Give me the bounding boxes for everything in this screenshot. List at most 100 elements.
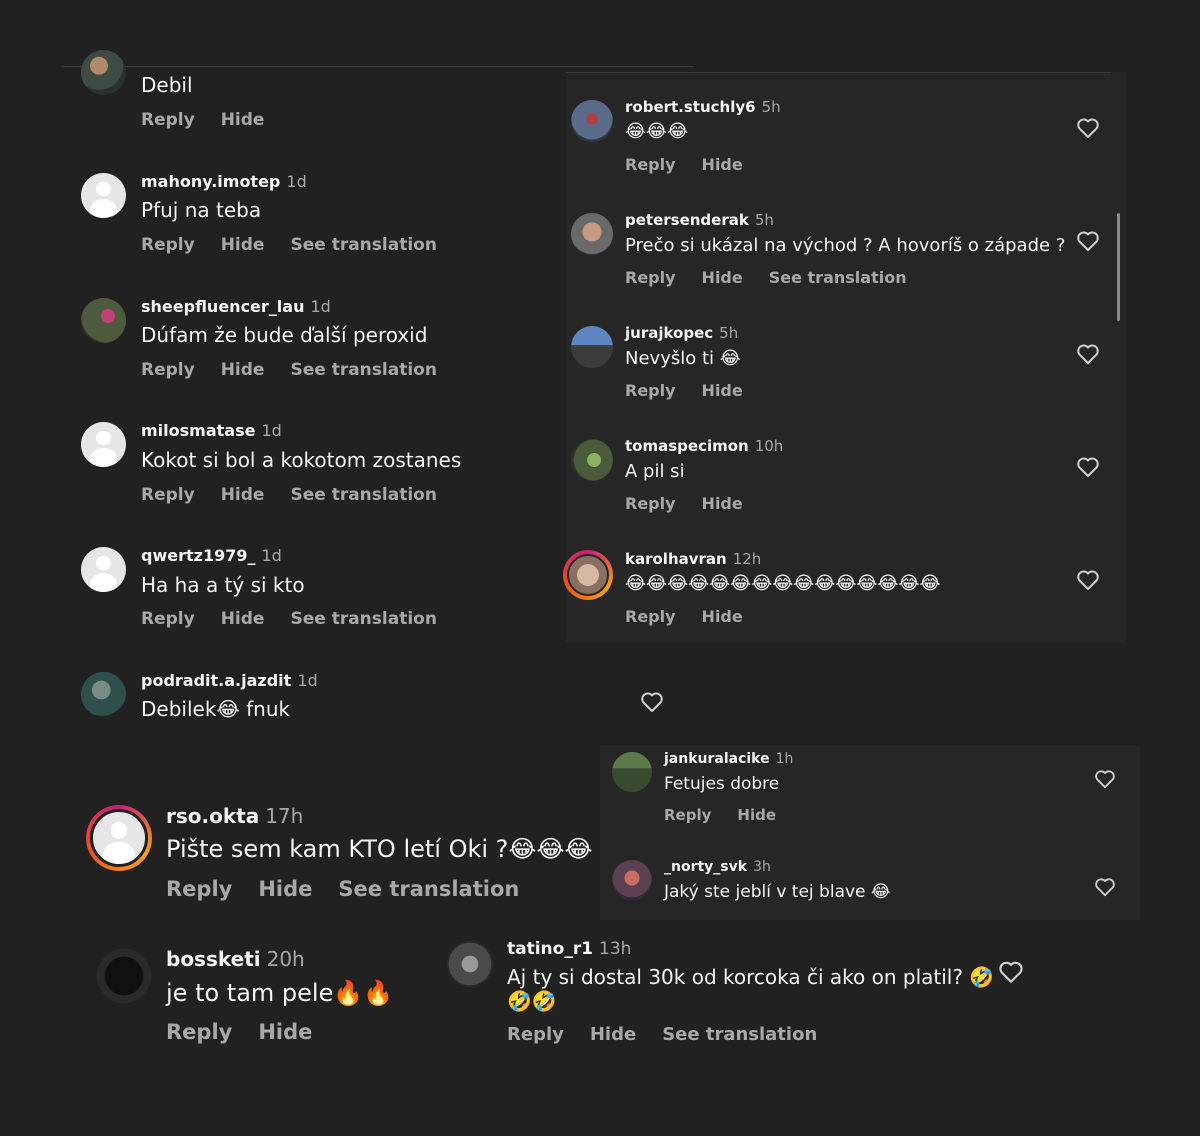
hide-button[interactable]: Hide	[221, 485, 265, 505]
heart-outline-icon[interactable]	[1076, 456, 1100, 478]
avatar[interactable]	[81, 547, 126, 592]
reply-button[interactable]: Reply	[625, 381, 676, 400]
comment-text: Nevyšlo ti 😂	[625, 348, 741, 369]
comment-text-continued: 🤣🤣	[507, 989, 557, 1013]
username[interactable]: milosmatase 1d	[141, 421, 282, 440]
heart-outline-icon[interactable]	[1076, 569, 1100, 591]
username[interactable]: rso.okta 17h	[166, 804, 303, 828]
avatar[interactable]	[447, 941, 493, 987]
see-translation-button[interactable]: See translation	[290, 235, 436, 255]
hide-button[interactable]: Hide	[221, 110, 265, 130]
comment-actions: Reply Hide See translation	[507, 1024, 843, 1045]
username[interactable]: tomaspecimon 10h	[625, 437, 783, 455]
comment-text: Debil	[141, 73, 193, 97]
heart-outline-icon[interactable]	[1076, 117, 1100, 139]
hide-button[interactable]: Hide	[702, 607, 743, 626]
username[interactable]: robert.stuchly6 5h	[625, 98, 781, 116]
hide-button[interactable]: Hide	[702, 268, 743, 287]
heart-outline-icon[interactable]	[998, 960, 1024, 984]
reply-button[interactable]: Reply	[664, 806, 711, 824]
see-translation-button[interactable]: See translation	[769, 268, 907, 287]
avatar[interactable]	[97, 949, 151, 1003]
avatar[interactable]	[571, 100, 613, 142]
hide-button[interactable]: Hide	[258, 1020, 312, 1044]
avatar[interactable]	[81, 173, 126, 218]
comment-actions: Reply Hide See translation	[141, 235, 463, 255]
comment-actions: Reply Hide See translation	[141, 609, 463, 629]
reply-button[interactable]: Reply	[625, 494, 676, 513]
avatar[interactable]	[571, 213, 613, 255]
reply-button[interactable]: Reply	[141, 609, 195, 629]
username[interactable]: sheepfluencer_lau 1d	[141, 297, 331, 316]
heart-outline-icon[interactable]	[1076, 230, 1100, 252]
see-translation-button[interactable]: See translation	[662, 1024, 817, 1045]
username[interactable]: jurajkopec 5h	[625, 324, 738, 342]
comment-text: Kokot si bol a kokotom zostanes	[141, 448, 462, 472]
scrollbar[interactable]	[1117, 213, 1120, 321]
comment-text: Dúfam že bude ďalší peroxid	[141, 323, 428, 347]
comment-text: 😂😂😂	[625, 121, 689, 142]
avatar[interactable]	[81, 672, 126, 717]
timestamp: 5h	[719, 324, 739, 342]
comment-actions: Reply Hide	[166, 1020, 338, 1044]
comment-actions: Reply Hide	[625, 494, 769, 513]
comment-text: Prečo si ukázal na východ ? A hovoríš o …	[625, 235, 1066, 256]
avatar[interactable]	[612, 860, 652, 900]
comment-text: 😂😂😂😂😂😂😂😂😂😂😂😂😂😂😂	[625, 573, 941, 594]
hide-button[interactable]: Hide	[221, 235, 265, 255]
reply-button[interactable]: Reply	[625, 155, 676, 174]
heart-outline-icon[interactable]	[1094, 877, 1116, 897]
avatar[interactable]	[612, 752, 652, 792]
avatar[interactable]	[567, 554, 609, 596]
hide-button[interactable]: Hide	[590, 1024, 636, 1045]
username[interactable]: karolhavran 12h	[625, 550, 761, 568]
username[interactable]: _norty_svk 3h	[664, 859, 771, 875]
timestamp: 20h	[266, 947, 305, 971]
username[interactable]: jankuralacike 1h	[664, 751, 793, 767]
hide-button[interactable]: Hide	[258, 877, 312, 901]
reply-button[interactable]: Reply	[141, 110, 195, 130]
timestamp: 5h	[761, 98, 781, 116]
avatar[interactable]	[571, 326, 613, 368]
username[interactable]: mahony.imotep 1d	[141, 172, 307, 191]
reply-button[interactable]: Reply	[141, 235, 195, 255]
heart-outline-icon[interactable]	[1094, 769, 1116, 789]
username[interactable]: petersenderak 5h	[625, 211, 774, 229]
comment-text: Ha ha a tý si kto	[141, 573, 305, 597]
username[interactable]: bossketi 20h	[166, 947, 305, 971]
reply-button[interactable]: Reply	[625, 607, 676, 626]
comment-actions: Reply Hide	[141, 110, 290, 130]
top-divider	[62, 66, 694, 67]
reply-button[interactable]: Reply	[166, 1020, 232, 1044]
comment-actions: Reply Hide See translation	[166, 877, 545, 901]
username[interactable]: podradit.a.jazdit 1d	[141, 671, 318, 690]
heart-outline-icon[interactable]	[640, 691, 664, 713]
reply-button[interactable]: Reply	[507, 1024, 564, 1045]
avatar[interactable]	[81, 50, 126, 95]
heart-outline-icon[interactable]	[1076, 343, 1100, 365]
comment-text: Pfuj na teba	[141, 198, 262, 222]
hide-button[interactable]: Hide	[702, 155, 743, 174]
see-translation-button[interactable]: See translation	[290, 360, 436, 380]
see-translation-button[interactable]: See translation	[338, 877, 519, 901]
username[interactable]: tatino_r1 13h	[507, 939, 631, 959]
hide-button[interactable]: Hide	[737, 806, 776, 824]
hide-button[interactable]: Hide	[702, 494, 743, 513]
avatar[interactable]	[571, 439, 613, 481]
hide-button[interactable]: Hide	[221, 360, 265, 380]
reply-button[interactable]: Reply	[141, 360, 195, 380]
hide-button[interactable]: Hide	[221, 609, 265, 629]
avatar[interactable]	[81, 298, 126, 343]
timestamp: 10h	[754, 437, 784, 455]
avatar[interactable]	[81, 422, 126, 467]
hide-button[interactable]: Hide	[702, 381, 743, 400]
avatar[interactable]	[90, 809, 148, 867]
see-translation-button[interactable]: See translation	[290, 485, 436, 505]
comment-text: Aj ty si dostal 30k od korcoka či ako on…	[507, 965, 995, 989]
reply-button[interactable]: Reply	[141, 485, 195, 505]
reply-button[interactable]: Reply	[166, 877, 232, 901]
reply-button[interactable]: Reply	[625, 268, 676, 287]
see-translation-button[interactable]: See translation	[290, 609, 436, 629]
username[interactable]: qwertz1979_ 1d	[141, 546, 282, 565]
timestamp: 13h	[599, 939, 632, 959]
